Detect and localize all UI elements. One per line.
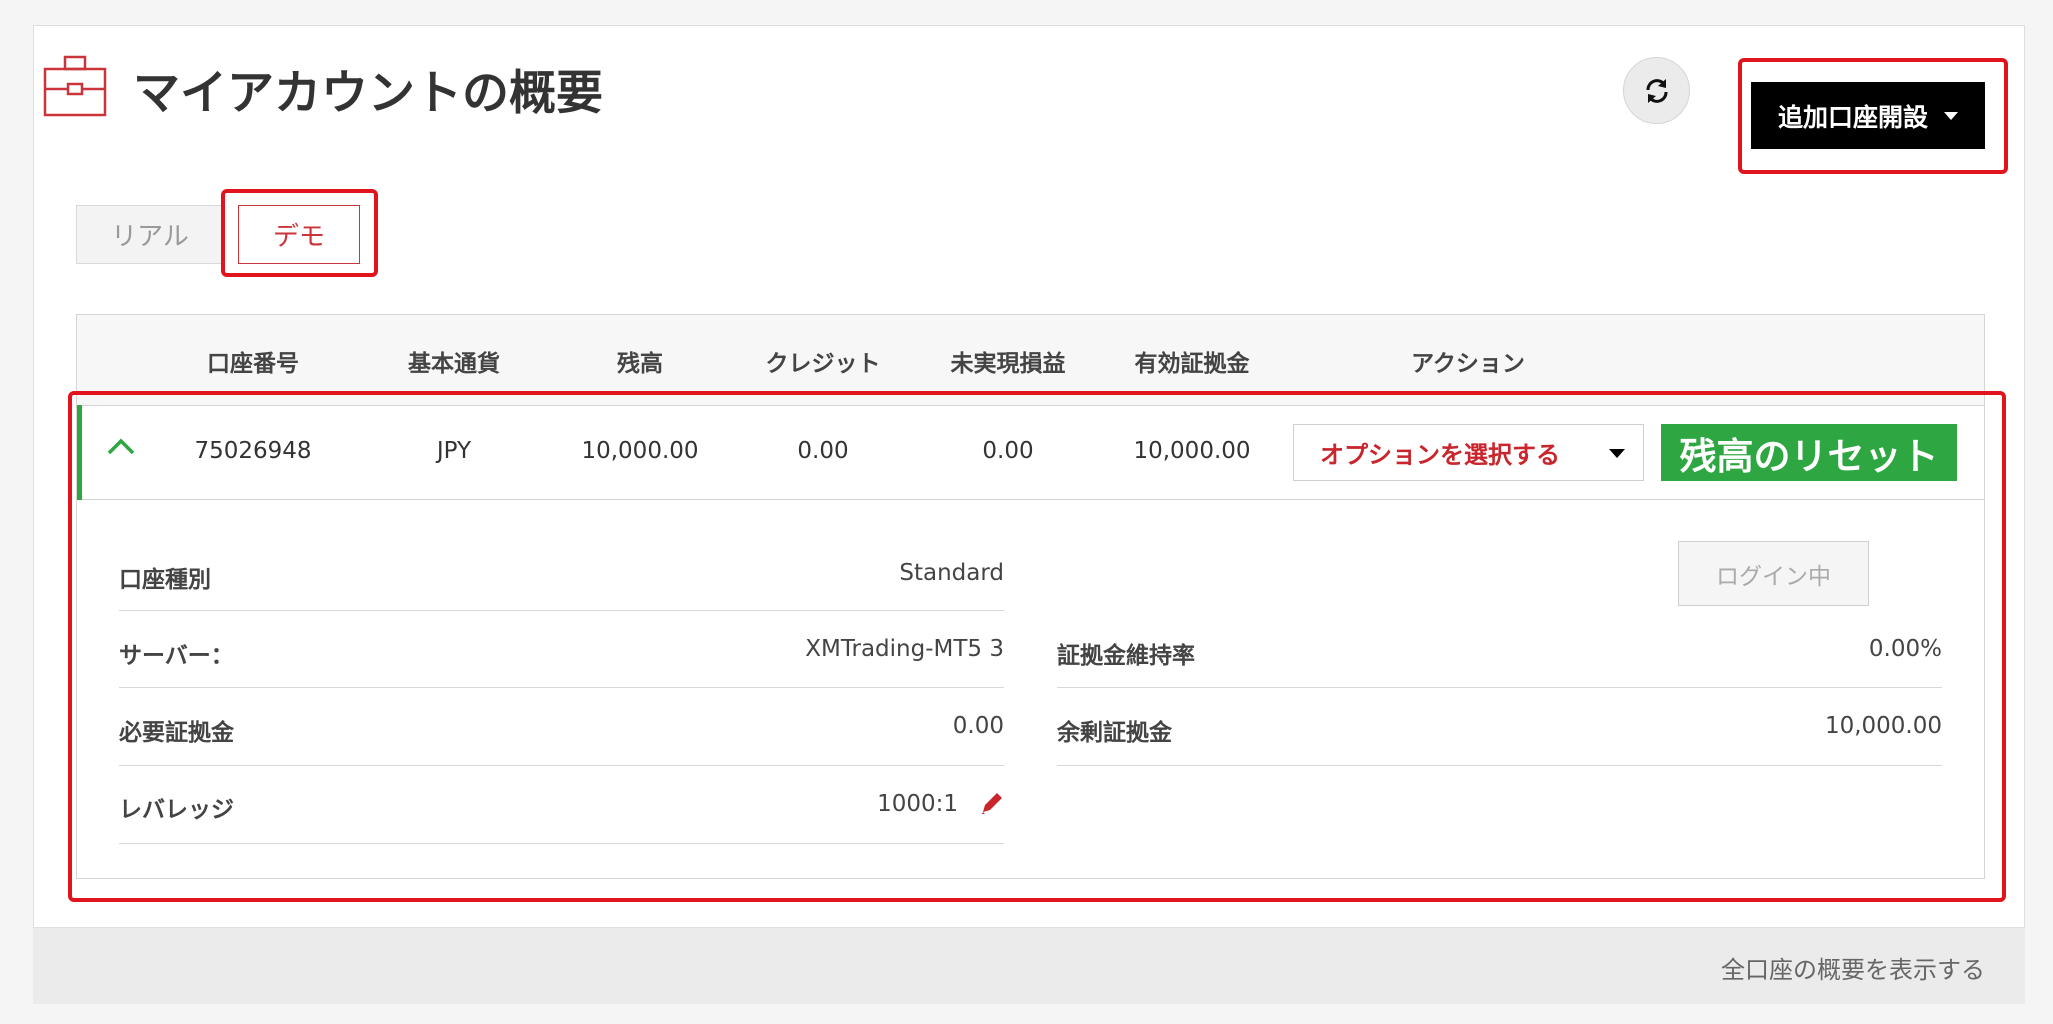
divider — [1057, 687, 1942, 688]
refresh-icon — [1646, 78, 1667, 103]
divider — [119, 610, 1004, 611]
add-account-label: 追加口座開設 — [1777, 102, 1928, 132]
tab-real[interactable]: リアル — [76, 205, 224, 264]
detail-value-required-margin: 0.00 — [952, 713, 1004, 739]
page-title: マイアカウントの概要 — [133, 66, 603, 121]
briefcase-icon — [43, 55, 107, 117]
detail-label-required-margin: 必要証拠金 — [119, 720, 234, 746]
option-select-label: オプションを選択する — [1320, 441, 1560, 469]
detail-value-margin-level: 0.00% — [1868, 636, 1942, 662]
reset-balance-label: 残高のリセット — [1679, 434, 1939, 478]
chevron-up-icon[interactable] — [107, 436, 135, 460]
chevron-down-icon — [1609, 449, 1625, 458]
tab-real-label: リアル — [111, 222, 189, 252]
detail-label-free-margin: 余剰証拠金 — [1057, 720, 1172, 746]
tab-demo[interactable]: デモ — [238, 205, 360, 264]
divider — [119, 765, 1004, 766]
view-all-accounts-link[interactable]: 全口座の概要を表示する — [1721, 950, 1985, 985]
detail-value-server: XMTrading-MT5 3 — [805, 636, 1004, 662]
col-credit: クレジット — [765, 351, 881, 377]
cell-currency: JPY — [436, 438, 472, 464]
cell-equity: 10,000.00 — [1133, 438, 1251, 464]
cell-account-number: 75026948 — [194, 438, 312, 464]
row-active-indicator — [77, 405, 82, 500]
col-equity: 有効証拠金 — [1134, 351, 1250, 377]
detail-value-free-margin: 10,000.00 — [1824, 713, 1942, 739]
option-select-dropdown[interactable]: オプションを選択する — [1293, 424, 1644, 481]
col-account-number: 口座番号 — [207, 351, 299, 377]
refresh-button[interactable] — [1623, 57, 1690, 124]
col-action: アクション — [1411, 351, 1525, 377]
cell-credit: 0.00 — [797, 438, 849, 464]
divider — [119, 843, 1004, 844]
detail-label-server: サーバー： — [119, 643, 234, 669]
divider — [1057, 765, 1942, 766]
edit-pencil-icon[interactable] — [979, 790, 1005, 820]
detail-label-account-type: 口座種別 — [119, 567, 211, 593]
chevron-down-icon — [1944, 111, 1958, 120]
col-currency: 基本通貨 — [408, 351, 500, 377]
col-balance: 残高 — [617, 351, 663, 377]
cell-unrealized-pl: 0.00 — [982, 438, 1034, 464]
detail-label-margin-level: 証拠金維持率 — [1057, 643, 1195, 669]
add-account-button[interactable]: 追加口座開設 — [1751, 82, 1985, 149]
reset-balance-button[interactable]: 残高のリセット — [1661, 424, 1957, 481]
tab-demo-label: デモ — [272, 222, 325, 252]
detail-label-leverage: レバレッジ — [119, 797, 234, 823]
col-unrealized-pl: 未実現損益 — [950, 351, 1066, 377]
login-status-label: ログイン中 — [1716, 563, 1831, 590]
detail-value-leverage: 1000:1 — [877, 791, 958, 817]
divider — [119, 687, 1004, 688]
detail-value-account-type: Standard — [899, 560, 1004, 586]
cell-balance: 10,000.00 — [581, 438, 699, 464]
login-status-button: ログイン中 — [1678, 541, 1869, 606]
